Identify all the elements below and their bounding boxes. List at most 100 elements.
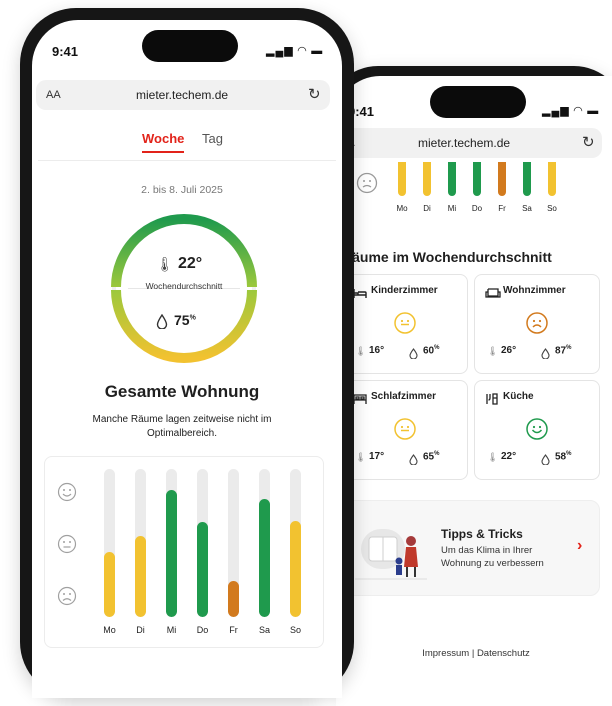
reader-mode-button[interactable]: AA <box>46 89 61 101</box>
room-card[interactable]: Schlafzimmer 🌡︎ 17° 65% <box>342 380 468 480</box>
room-humidity-value: 87 <box>555 345 567 357</box>
room-humidity-unit: % <box>566 451 572 457</box>
tab-week[interactable]: Woche <box>142 131 184 146</box>
bar-fr <box>228 581 239 617</box>
thermometer-icon: 🌡︎ <box>355 346 367 356</box>
room-humidity-unit: % <box>434 451 440 457</box>
mini-bar-do <box>473 162 481 196</box>
mini-bar-di <box>423 162 431 196</box>
tips-illustration-icon <box>355 519 427 588</box>
thermometer-icon: 🌡︎ <box>156 256 174 272</box>
day-label: Di <box>136 625 145 635</box>
room-humidity: 87% <box>555 345 571 356</box>
bar-track-fr <box>228 469 239 617</box>
tips-card[interactable]: Tipps & Tricks Um das Klima in Ihrer Woh… <box>342 500 600 596</box>
room-name: Wohnzimmer <box>503 285 566 296</box>
dynamic-island <box>430 86 526 118</box>
room-humidity-value: 58 <box>555 451 567 463</box>
droplet-icon <box>156 313 168 334</box>
bar-do <box>197 522 208 617</box>
room-name: Schlafzimmer <box>371 391 437 402</box>
droplet-icon <box>541 452 550 470</box>
gauge-humidity: 75% <box>174 312 196 328</box>
status-icons: ▂▄▆ ◠ ▬ <box>542 105 600 117</box>
day-label: Do <box>471 204 483 213</box>
bar-sa <box>259 499 270 617</box>
tips-line-2: Wohnung zu verbessern <box>441 558 544 569</box>
neutral-face-icon <box>393 417 417 446</box>
room-card[interactable]: Kinderzimmer 🌡︎ 16° 60% <box>342 274 468 374</box>
weekly-chart-card: Mo Di Mi Do Fr Sa So <box>44 456 324 648</box>
room-temperature: 22° <box>501 451 517 462</box>
bar-track-mi <box>166 469 177 617</box>
day-label: Fr <box>229 625 238 635</box>
bar-so <box>290 521 301 617</box>
day-label: Di <box>423 204 431 213</box>
reload-icon[interactable]: ↻ <box>582 133 595 151</box>
room-name: Kinderzimmer <box>371 285 438 296</box>
day-label: Sa <box>258 625 270 635</box>
day-label: Mi <box>166 625 177 635</box>
status-time: 9:41 <box>52 44 79 59</box>
mini-bar-mo <box>398 162 406 196</box>
room-card[interactable]: Küche 🌡︎ 22° 58% <box>474 380 600 480</box>
room-name: Küche <box>503 391 534 402</box>
tab-day[interactable]: Tag <box>202 131 223 146</box>
droplet-icon <box>541 346 550 364</box>
thermometer-icon: 🌡︎ <box>355 452 367 462</box>
day-label: Fr <box>498 204 506 213</box>
bar-mi <box>166 490 177 617</box>
back-screen: 9:41 ▂▄▆ ◠ ▬ AA mieter.techem.de ↻ MoDiM… <box>336 76 612 706</box>
happy-face-icon <box>57 482 77 507</box>
back-phone: 9:41 ▂▄▆ ◠ ▬ AA mieter.techem.de ↻ MoDiM… <box>326 66 612 706</box>
day-label: Do <box>196 625 209 635</box>
day-label: Sa <box>522 204 532 213</box>
room-temperature: 17° <box>369 451 385 462</box>
happy-face-icon <box>525 417 549 446</box>
droplet-icon <box>409 452 418 470</box>
room-temperature: 16° <box>369 345 385 356</box>
chevron-right-icon[interactable]: › <box>577 537 582 555</box>
room-card[interactable]: Wohnzimmer 🌡︎ 26° 87% <box>474 274 600 374</box>
bar-track-do <box>197 469 208 617</box>
bar-mo <box>104 552 115 617</box>
url-text[interactable]: mieter.techem.de <box>418 136 510 150</box>
room-humidity: 60% <box>423 345 439 356</box>
sad-face-icon <box>525 311 549 340</box>
date-range: 2. bis 8. Juli 2025 <box>141 184 223 196</box>
tips-title: Tipps & Tricks <box>441 527 523 541</box>
page-subtitle-line-1: Manche Räume lagen zeitweise nicht im <box>92 414 272 425</box>
bar-track-di <box>135 469 146 617</box>
bar-track-sa <box>259 469 270 617</box>
tips-line-1: Um das Klima in Ihrer <box>441 545 533 556</box>
sad-face-icon <box>57 586 77 611</box>
tab-divider <box>38 160 336 161</box>
mini-bar-sa <box>523 162 531 196</box>
day-label: Mi <box>447 204 457 213</box>
day-label: So <box>547 204 557 213</box>
gauge-center-label: Wochendurchschnitt <box>145 281 223 291</box>
bar-di <box>135 536 146 617</box>
thermometer-icon: 🌡︎ <box>487 346 499 356</box>
mini-bar-fr <box>498 162 506 196</box>
double-bed-icon <box>353 392 367 410</box>
address-bar[interactable]: AA mieter.techem.de ↻ <box>36 80 330 110</box>
page-subtitle-line-2: Optimalbereich. <box>146 428 218 439</box>
thermometer-icon: 🌡︎ <box>487 452 499 462</box>
address-bar[interactable]: AA mieter.techem.de ↻ <box>340 128 602 158</box>
sofa-icon <box>485 286 501 304</box>
room-humidity-value: 60 <box>423 345 435 357</box>
bar-track-so <box>290 469 301 617</box>
page-title: Gesamte Wohnung <box>104 382 260 401</box>
room-humidity-unit: % <box>434 345 440 351</box>
url-text[interactable]: mieter.techem.de <box>136 88 228 102</box>
gauge-temperature: 22° <box>178 255 203 272</box>
day-label: Mo <box>396 204 408 213</box>
day-label: So <box>289 625 301 635</box>
neutral-face-icon <box>356 172 378 199</box>
neutral-face-icon <box>57 534 77 559</box>
bar-track-mo <box>104 469 115 617</box>
footer-links[interactable]: Impressum | Datenschutz <box>356 648 596 659</box>
reload-icon[interactable]: ↻ <box>308 85 321 103</box>
room-temperature: 26° <box>501 345 517 356</box>
